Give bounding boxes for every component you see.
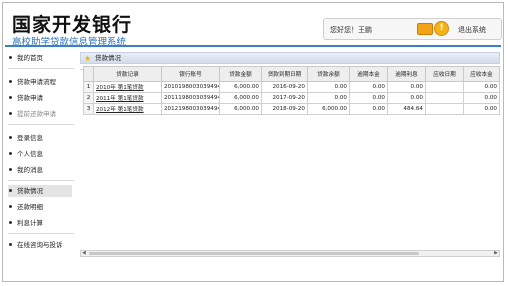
sidebar-item-label: 我的消息 — [17, 166, 43, 174]
col-header-receivable-principal[interactable]: 应收本金 — [463, 66, 500, 82]
receivable-date — [425, 92, 464, 104]
loan-record-link[interactable]: 2010年 第1笔贷款 — [93, 81, 162, 93]
sidebar-item-online-consult[interactable]: 在线咨询与投诉 — [8, 239, 72, 251]
sidebar-item-early-repay[interactable]: 提前还款申请 — [8, 108, 72, 120]
panel-header: ★ 贷款情况 — [80, 52, 500, 64]
bank-name: 国家开发银行 — [12, 14, 133, 36]
col-header-balance[interactable]: 贷款余额 — [307, 66, 350, 82]
panel-title: 贷款情况 — [95, 54, 121, 62]
loan-record-link[interactable]: 2012年 第1笔贷款 — [93, 103, 162, 115]
loan-amount: 6,000.00 — [219, 92, 262, 104]
sidebar-item-label: 贷款情况 — [17, 187, 43, 195]
overdue-interest: 0.00 — [387, 81, 426, 93]
overdue-interest: 484.64 — [387, 103, 426, 115]
col-header-overdue-interest[interactable]: 逾期利息 — [387, 66, 426, 82]
receivable-principal: 0.00 — [463, 103, 500, 115]
sidebar-item-messages[interactable]: 我的消息 — [8, 164, 72, 176]
overdue-principal: 0.00 — [349, 103, 388, 115]
bullet-icon — [9, 221, 12, 224]
sidebar-item-label: 个人信息 — [17, 150, 43, 158]
sidebar-item-label: 利息计算 — [17, 219, 43, 227]
bank-account: 2012198003039494 — [161, 103, 220, 115]
row-index: 2 — [83, 92, 94, 104]
col-header-bank-account[interactable]: 银行账号 — [161, 66, 220, 82]
bullet-icon — [9, 136, 12, 139]
table-row: 3 2012年 第1笔贷款 2012198003039494 6,000.00 … — [83, 103, 500, 115]
bullet-icon — [9, 243, 12, 246]
mail-icon[interactable] — [417, 23, 433, 35]
loan-amount: 6,000.00 — [219, 81, 262, 93]
col-header-index — [83, 66, 94, 82]
bullet-icon — [9, 56, 12, 59]
bullet-icon — [9, 152, 12, 155]
overdue-interest: 0.00 — [387, 92, 426, 104]
sidebar-item-label: 登录信息 — [17, 134, 43, 142]
row-index: 3 — [83, 103, 94, 115]
horizontal-scrollbar[interactable]: ◀ ▶ — [80, 250, 500, 257]
sidebar-item-repay-detail[interactable]: 还款明细 — [8, 201, 72, 213]
overdue-principal: 0.00 — [349, 81, 388, 93]
receivable-date — [425, 103, 464, 115]
scroll-left-icon[interactable]: ◀ — [82, 251, 86, 256]
sidebar-item-home[interactable]: 我的首页 — [8, 52, 72, 64]
sidebar-item-label: 还款明细 — [17, 203, 43, 211]
balance: 0.00 — [307, 92, 350, 104]
due-date: 2018-09-20 — [261, 103, 308, 115]
table-row: 1 2010年 第1笔贷款 2010198003039494 6,000.00 … — [83, 81, 500, 93]
bullet-icon — [9, 205, 12, 208]
bullet-icon — [9, 96, 12, 99]
sidebar-item-login-info[interactable]: 登录信息 — [8, 132, 72, 144]
sidebar-item-label: 提前还款申请 — [17, 110, 56, 118]
row-index: 1 — [83, 81, 94, 93]
welcome-text: 您好您！王鹏 — [330, 26, 372, 34]
due-date: 2017-09-20 — [261, 92, 308, 104]
scroll-right-icon[interactable]: ▶ — [494, 251, 498, 256]
sidebar-item-label: 贷款申请 — [17, 94, 43, 102]
due-date: 2016-09-20 — [261, 81, 308, 93]
sidebar-item-label: 贷款申请流程 — [17, 78, 56, 86]
logout-link[interactable]: 退出系统 — [458, 25, 486, 35]
sidebar-item-interest-calc[interactable]: 利息计算 — [8, 217, 72, 229]
receivable-principal: 0.00 — [463, 92, 500, 104]
bank-account: 2011198003039494 — [161, 92, 220, 104]
receivable-principal: 0.00 — [463, 81, 500, 93]
info-icon[interactable]: ! — [434, 21, 449, 36]
sidebar-divider — [8, 124, 74, 125]
bullet-icon — [9, 168, 12, 171]
sidebar-item-label: 我的首页 — [17, 54, 43, 62]
col-header-due-date[interactable]: 贷款到期日期 — [261, 66, 308, 82]
col-header-loan-amount[interactable]: 贷款金额 — [219, 66, 262, 82]
bullet-icon — [9, 189, 12, 192]
sidebar-divider — [8, 233, 74, 234]
sidebar-item-label: 在线咨询与投诉 — [17, 241, 63, 249]
col-header-receivable-date[interactable]: 应收日期 — [425, 66, 464, 82]
loan-amount: 6,000.00 — [219, 103, 262, 115]
balance: 0.00 — [307, 81, 350, 93]
loan-table: 贷款记录 银行账号 贷款金额 贷款到期日期 贷款余额 逾期本金 逾期利息 应收日… — [83, 66, 500, 115]
sidebar-item-loan-process[interactable]: 贷款申请流程 — [8, 76, 72, 88]
sidebar-item-loan-status[interactable]: 贷款情况 — [8, 185, 72, 197]
receivable-date — [425, 81, 464, 93]
user-bar: 您好您！王鹏 ! 退出系统 — [323, 18, 502, 40]
star-icon: ★ — [84, 54, 92, 63]
sidebar-divider — [8, 180, 74, 181]
sidebar-item-personal-info[interactable]: 个人信息 — [8, 148, 72, 160]
bullet-icon — [9, 80, 12, 83]
bank-account: 2010198003039494 — [161, 81, 220, 93]
loan-record-link[interactable]: 2011年 第1笔贷款 — [93, 92, 162, 104]
scroll-thumb[interactable] — [89, 252, 419, 255]
col-header-loan-record[interactable]: 贷款记录 — [93, 66, 162, 82]
balance: 6,000.00 — [307, 103, 350, 115]
table-row: 2 2011年 第1笔贷款 2011198003039494 6,000.00 … — [83, 92, 500, 104]
header-divider — [5, 45, 501, 47]
bullet-icon — [9, 112, 12, 115]
col-header-overdue-principal[interactable]: 逾期本金 — [349, 66, 388, 82]
sidebar-divider — [8, 68, 74, 69]
sidebar-item-loan-apply[interactable]: 贷款申请 — [8, 92, 72, 104]
overdue-principal: 0.00 — [349, 92, 388, 104]
table-header-row: 贷款记录 银行账号 贷款金额 贷款到期日期 贷款余额 逾期本金 逾期利息 应收日… — [83, 66, 500, 82]
